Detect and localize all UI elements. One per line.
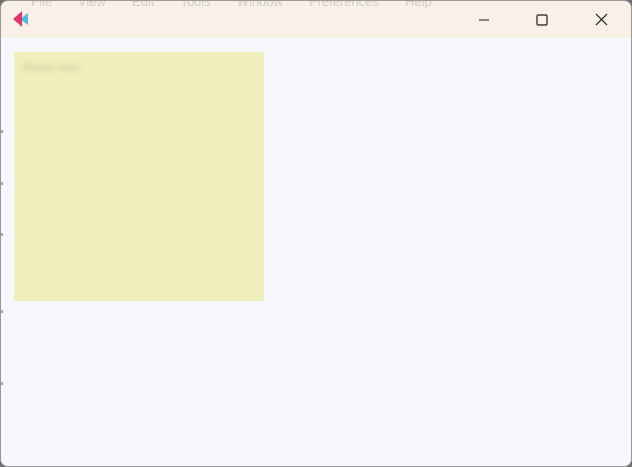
menu-item-preferences[interactable]: Preferences	[309, 1, 379, 9]
title-bar[interactable]: File View Edit Tools Window Preferences …	[1, 1, 631, 38]
menu-item-tools[interactable]: Tools	[180, 1, 210, 9]
app-window: File View Edit Tools Window Preferences …	[0, 0, 632, 467]
edge-tick	[1, 382, 3, 385]
edge-tick	[1, 233, 3, 236]
edge-tick	[1, 182, 3, 185]
maximize-button[interactable]	[513, 1, 571, 38]
menu-item-view[interactable]: View	[78, 1, 106, 9]
minimize-button[interactable]	[455, 1, 513, 38]
close-button[interactable]	[572, 1, 630, 38]
app-logo-icon	[13, 11, 28, 27]
menu-item-window[interactable]: Window	[237, 1, 283, 9]
close-icon	[595, 13, 607, 26]
workspace-canvas[interactable]: Sticky note	[1, 38, 631, 466]
menu-item-edit[interactable]: Edit	[132, 1, 154, 9]
minimize-icon	[479, 19, 489, 20]
edge-tick	[1, 130, 3, 133]
menu-bar: File View Edit Tools Window Preferences …	[31, 1, 432, 9]
sticky-note[interactable]: Sticky note	[14, 52, 264, 301]
menu-item-file[interactable]: File	[31, 1, 52, 9]
edge-tick	[1, 310, 3, 313]
menu-item-help[interactable]: Help	[405, 1, 432, 9]
sticky-note-title: Sticky note	[22, 60, 81, 74]
maximize-icon	[536, 13, 548, 26]
